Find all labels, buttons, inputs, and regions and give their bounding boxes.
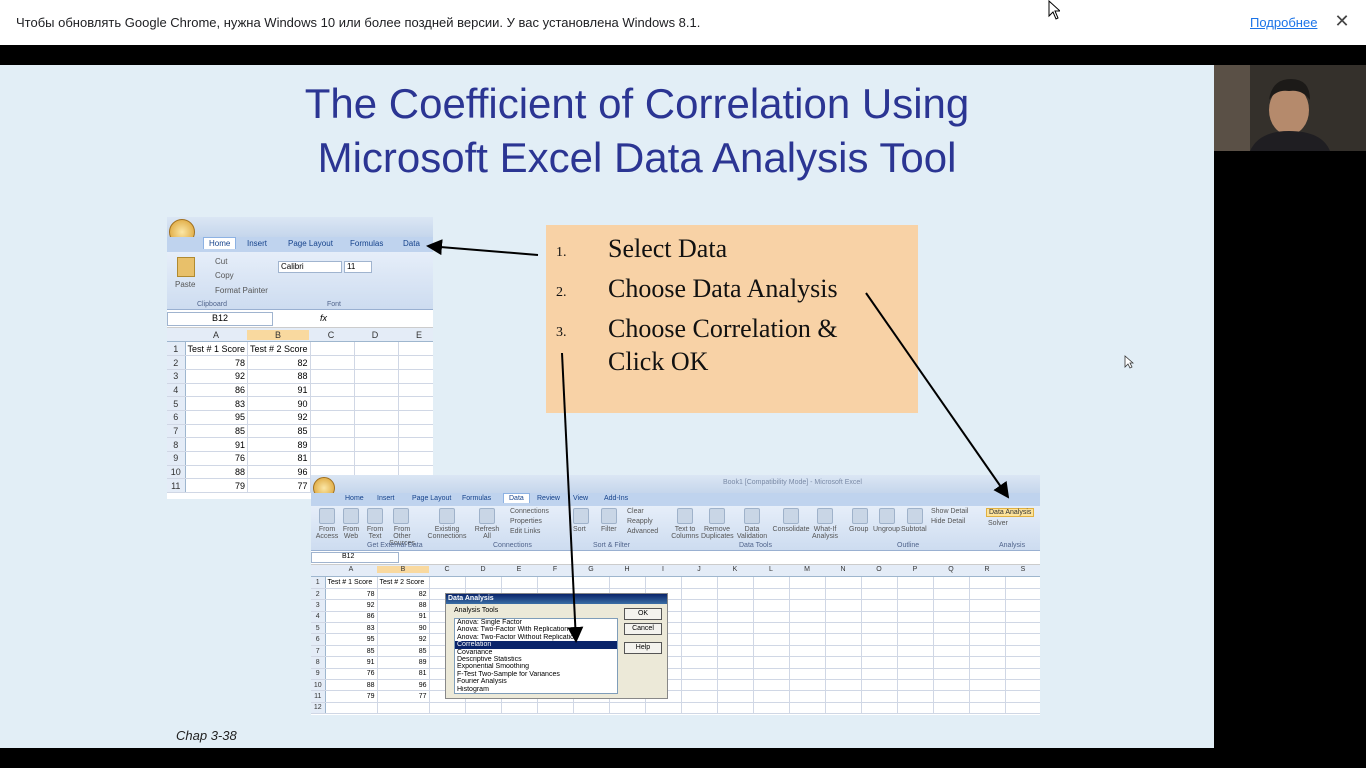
presenter-avatar: [1214, 65, 1366, 151]
arrow-to-data-analysis: [865, 292, 1010, 499]
infobar-message: Чтобы обновлять Google Chrome, нужна Win…: [16, 15, 701, 30]
infobar-more-link[interactable]: Подробнее: [1250, 15, 1317, 30]
slide-footer: Chap 3-38: [176, 728, 237, 743]
bottom-black-bar: [0, 748, 1366, 768]
arrow-to-data-tab: [426, 239, 539, 256]
annotation-arrows: [426, 239, 1010, 643]
webcam-video: [1214, 65, 1366, 151]
mouse-cursor-icon: [1048, 0, 1060, 20]
mouse-pointer-icon: [1124, 355, 1134, 369]
sidebar-black-panel: [1214, 65, 1366, 748]
close-icon[interactable]: ✕: [1334, 11, 1350, 31]
arrow-to-correlation: [561, 352, 584, 643]
update-infobar: Чтобы обновлять Google Chrome, нужна Win…: [0, 0, 1366, 45]
presentation-slide: The Coefficient of Correlation Using Mic…: [0, 65, 1214, 748]
top-black-bar: [0, 45, 1366, 65]
